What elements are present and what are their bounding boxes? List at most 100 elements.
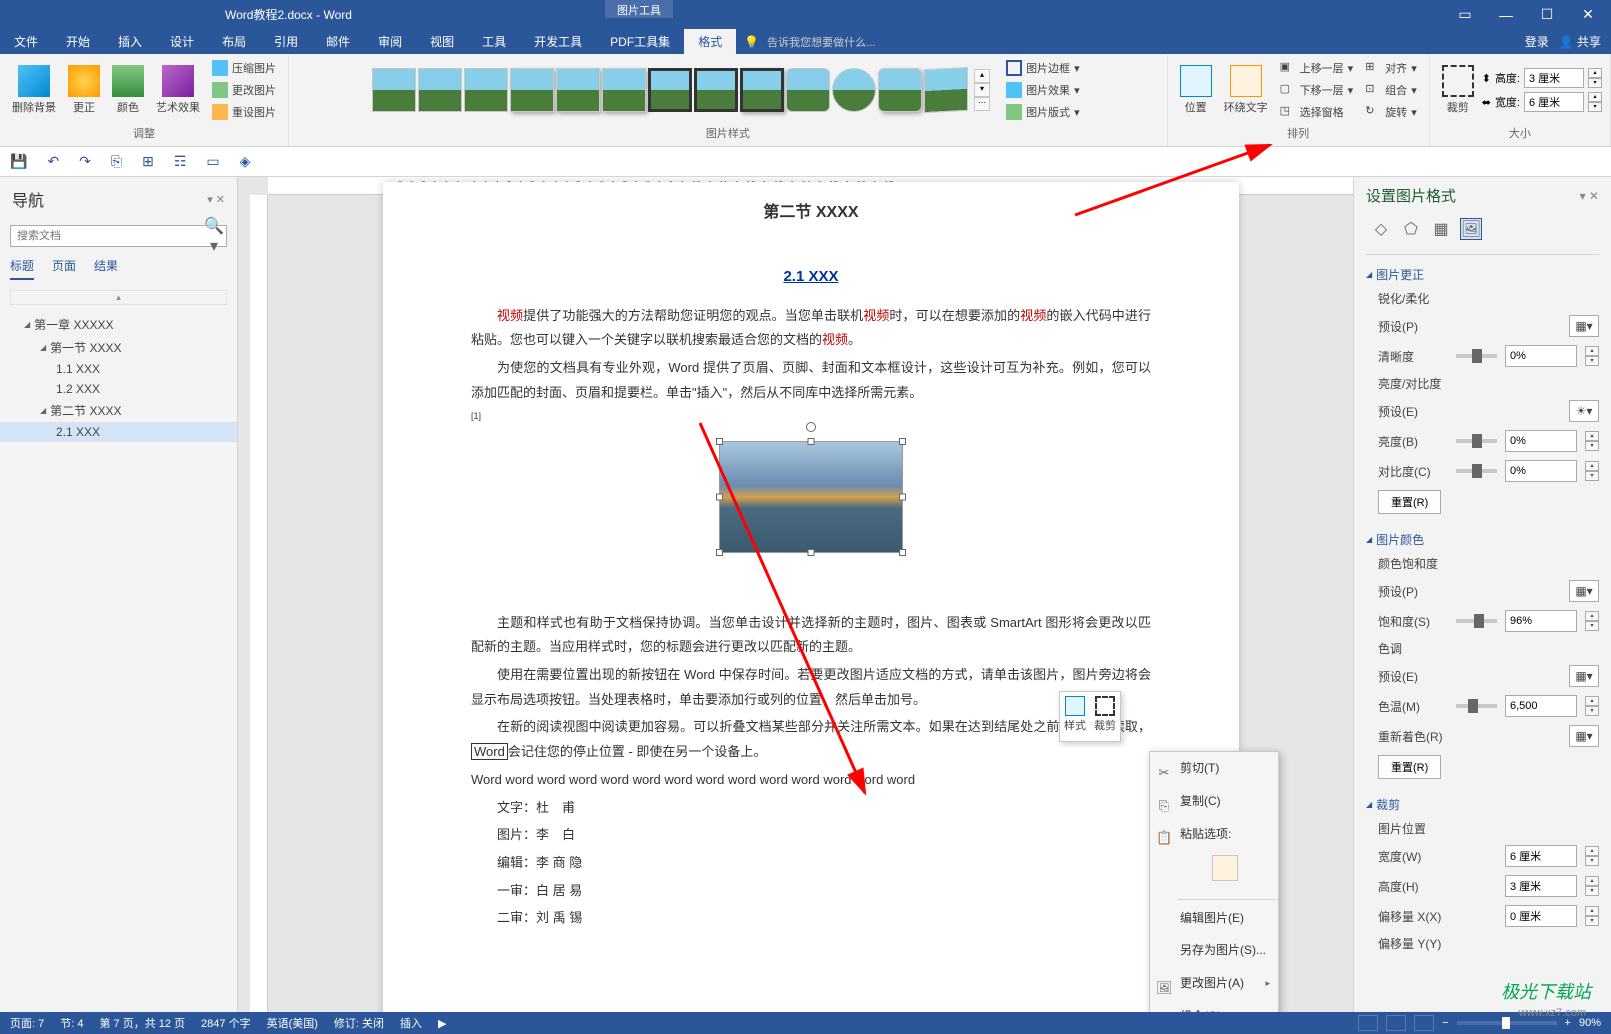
vertical-ruler[interactable] [250, 195, 268, 1012]
login-button[interactable]: 登录 [1525, 33, 1549, 50]
recolor-dropdown[interactable]: ▦▾ [1569, 725, 1599, 747]
color-button[interactable]: 颜色 [108, 63, 148, 117]
tell-me-input[interactable]: 告诉我您想要做什么... [767, 34, 875, 50]
search-icon[interactable]: 🔍 ▾ [202, 216, 226, 256]
nav-tab-pages[interactable]: 页面 [52, 257, 76, 280]
status-track[interactable]: 修订: 关闭 [334, 1015, 384, 1031]
gallery-down-button[interactable]: ▾ [974, 83, 990, 97]
saturation-input[interactable] [1505, 610, 1577, 632]
tab-format[interactable]: 格式 [684, 29, 736, 54]
nav-item[interactable]: ◢第一节 XXXX [0, 336, 237, 359]
preset3-dropdown[interactable]: ▦▾ [1569, 580, 1599, 602]
resize-handle[interactable] [716, 494, 723, 501]
picture-tab-icon[interactable]: 🖼 [1460, 218, 1482, 240]
ctx-copy[interactable]: ⎘复制(C) [1150, 785, 1278, 818]
tab-mailings[interactable]: 邮件 [312, 29, 364, 54]
nav-item[interactable]: ◢第一章 XXXXX [0, 313, 237, 336]
search-input[interactable] [11, 230, 202, 242]
style-thumb[interactable] [372, 68, 416, 112]
qat-button[interactable]: ⎘ [111, 153, 122, 170]
tab-tools[interactable]: 工具 [468, 29, 520, 54]
resize-handle[interactable] [808, 438, 815, 445]
style-thumb[interactable] [924, 67, 968, 113]
brightness-input[interactable] [1505, 430, 1577, 452]
width-down[interactable]: ▾ [1588, 102, 1602, 112]
maximize-button[interactable]: ☐ [1534, 5, 1560, 25]
resize-handle[interactable] [716, 549, 723, 556]
section-color[interactable]: ◢图片颜色 [1366, 528, 1599, 551]
style-thumb[interactable] [648, 68, 692, 112]
reset-picture-button[interactable]: 重设图片 [208, 102, 280, 122]
paste-option-button[interactable] [1212, 855, 1238, 881]
ctx-save-as-picture[interactable]: 另存为图片(S)... [1150, 934, 1278, 967]
section-correct[interactable]: ◢图片更正 [1366, 263, 1599, 286]
pane-dropdown-icon[interactable]: ▾ ✕ [1580, 189, 1599, 203]
change-picture-button[interactable]: 更改图片 [208, 80, 280, 100]
picture-effects-button[interactable]: 图片效果 ▾ [1002, 80, 1084, 100]
mini-style-button[interactable]: 样式 [1064, 696, 1086, 737]
style-thumb[interactable] [510, 68, 554, 112]
nav-collapse-button[interactable]: ▴ [10, 290, 227, 305]
nav-search[interactable]: 🔍 ▾ [10, 225, 227, 247]
style-thumb[interactable] [740, 68, 784, 112]
corrections-button[interactable]: 更正 [64, 63, 104, 117]
view-print-button[interactable] [1386, 1015, 1406, 1031]
style-thumb[interactable] [418, 68, 462, 112]
rotate-button[interactable]: ↻旋转 ▾ [1361, 102, 1421, 122]
align-button[interactable]: ⊞对齐 ▾ [1361, 58, 1421, 78]
qat-button[interactable]: ◈ [240, 153, 251, 170]
picture-layout-button[interactable]: 图片版式 ▾ [1002, 102, 1084, 122]
rotate-handle[interactable] [806, 422, 816, 432]
ctx-cut[interactable]: ✂剪切(T) [1150, 752, 1278, 785]
layout-tab-icon[interactable]: ▦ [1430, 218, 1452, 240]
view-web-button[interactable] [1414, 1015, 1434, 1031]
save-button[interactable]: 💾 [10, 153, 27, 170]
effects-tab-icon[interactable]: ⬠ [1400, 218, 1422, 240]
width-input[interactable] [1524, 92, 1584, 112]
style-thumb[interactable] [556, 68, 600, 112]
tab-home[interactable]: 开始 [52, 29, 104, 54]
status-lang[interactable]: 英语(美国) [267, 1015, 318, 1031]
status-words[interactable]: 2847 个字 [201, 1015, 251, 1031]
height-up[interactable]: ▴ [1588, 68, 1602, 78]
tab-developer[interactable]: 开发工具 [520, 29, 596, 54]
crop-width-input[interactable] [1505, 845, 1577, 867]
style-thumb[interactable] [786, 68, 830, 112]
resize-handle[interactable] [716, 438, 723, 445]
ctx-edit-picture[interactable]: 编辑图片(E) [1150, 902, 1278, 935]
style-thumb[interactable] [878, 68, 922, 112]
artistic-effects-button[interactable]: 艺术效果 [152, 63, 204, 117]
minimize-button[interactable]: — [1493, 5, 1519, 25]
zoom-slider[interactable] [1457, 1021, 1557, 1025]
wrap-text-button[interactable]: 环绕文字 [1220, 63, 1272, 117]
redo-button[interactable]: ↷ [79, 153, 91, 170]
nav-dropdown-icon[interactable]: ▾ ✕ [207, 193, 225, 206]
nav-item[interactable]: 1.1 XXX [0, 359, 237, 379]
undo-button[interactable]: ↶ [47, 153, 59, 170]
status-macro-icon[interactable]: ▶ [438, 1017, 446, 1030]
preset2-dropdown[interactable]: ☀▾ [1569, 400, 1599, 422]
selection-pane-button[interactable]: ◳选择窗格 [1276, 102, 1358, 122]
tab-file[interactable]: 文件 [0, 29, 52, 54]
resize-handle[interactable] [899, 494, 906, 501]
position-button[interactable]: 位置 [1176, 63, 1216, 117]
style-thumb[interactable] [602, 68, 646, 112]
status-section[interactable]: 节: 4 [60, 1015, 83, 1031]
saturation-slider[interactable] [1456, 619, 1497, 623]
ctx-change-picture[interactable]: 🖼更改图片(A)▸ [1150, 967, 1278, 1000]
share-button[interactable]: 👤 共享 [1559, 33, 1601, 50]
offset-x-input[interactable] [1505, 905, 1577, 927]
fill-tab-icon[interactable]: ◇ [1370, 218, 1392, 240]
height-down[interactable]: ▾ [1588, 78, 1602, 88]
tab-references[interactable]: 引用 [260, 29, 312, 54]
qat-button[interactable]: ⊞ [142, 153, 154, 170]
brightness-slider[interactable] [1456, 439, 1497, 443]
compress-pictures-button[interactable]: 压缩图片 [208, 58, 280, 78]
gallery-more-button[interactable]: ⋯ [974, 97, 990, 111]
group-button[interactable]: ⊡组合 ▾ [1361, 80, 1421, 100]
ribbon-display-icon[interactable]: ▭ [1452, 5, 1478, 25]
ctx-group[interactable]: ⊡组合(G)▸ [1150, 1000, 1278, 1012]
remove-background-button[interactable]: 删除背景 [8, 63, 60, 117]
preset-dropdown[interactable]: ▦▾ [1569, 315, 1599, 337]
clarity-slider[interactable] [1456, 354, 1497, 358]
